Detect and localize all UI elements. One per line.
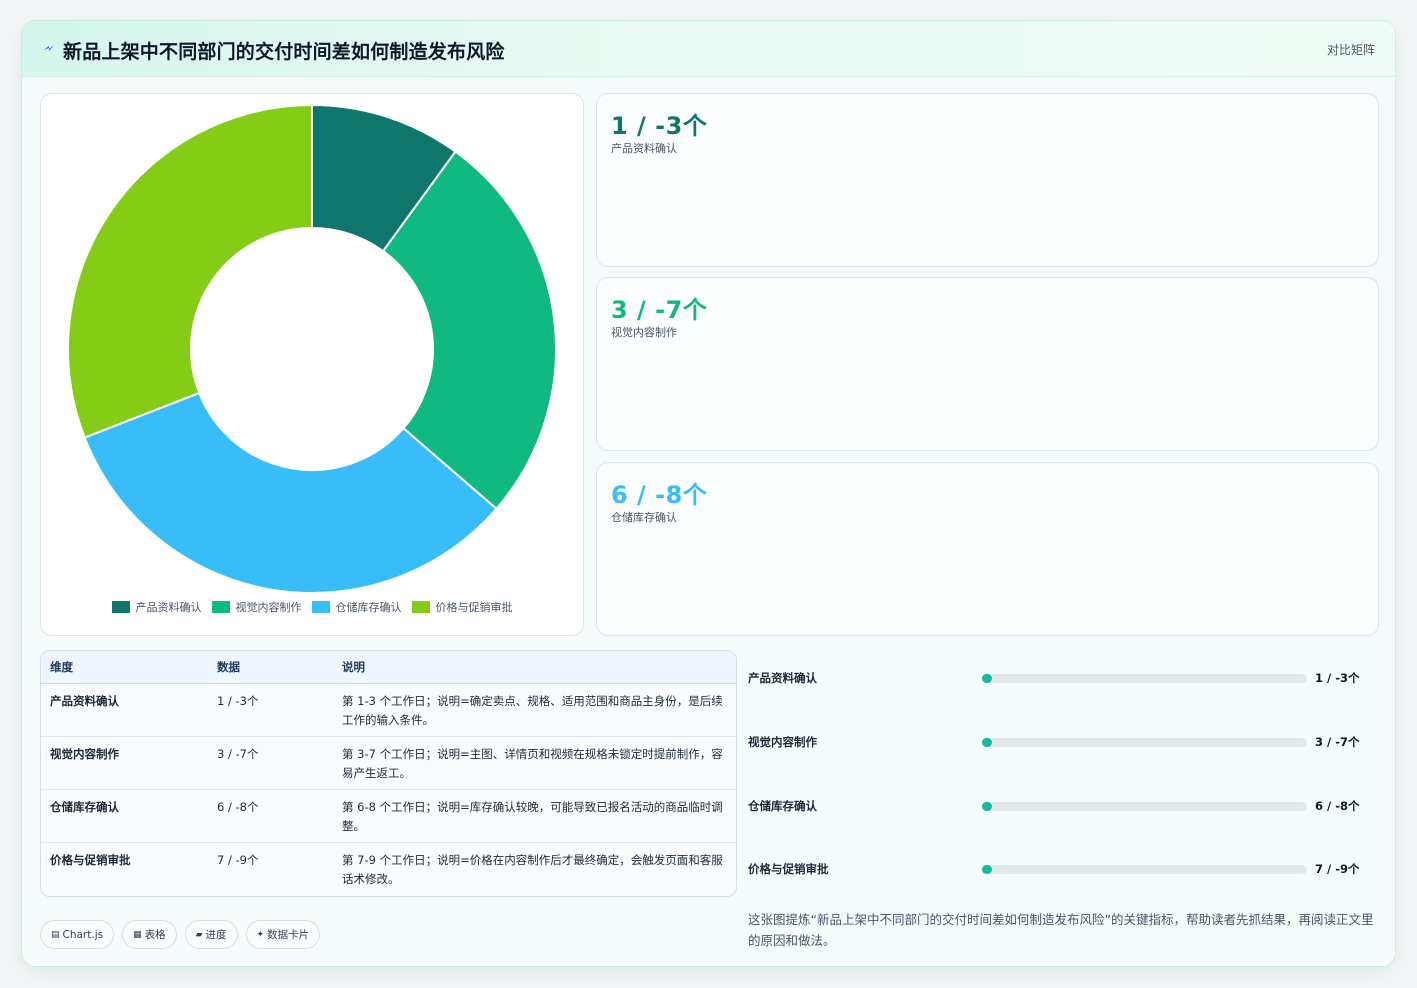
donut-chart-panel: 产品资料确认 视觉内容制作 仓储库存确认 价格与促销审批 [40, 93, 584, 636]
progress-value: 6 / -8个 [1315, 799, 1360, 813]
legend-swatch [311, 601, 330, 613]
chip-data-card[interactable]: ✦ 数据卡片 [245, 920, 321, 949]
stat-label: 产品资料确认 [611, 142, 677, 155]
cell-dimension: 产品资料确认 [50, 694, 119, 708]
table-row: 价格与促销审批 7 / -9个 第 7-9 个工作日；说明=价格在内容制作后才最… [41, 843, 736, 896]
stat-label: 仓储库存确认 [611, 511, 677, 524]
cell-dimension: 价格与促销审批 [50, 853, 131, 867]
cell-data: 3 / -7个 [217, 747, 259, 761]
stat-value: 6 / -8个 [611, 481, 708, 509]
legend-swatch [111, 601, 130, 613]
stat-card-inventory: 6 / -8个 仓储库存确认 [596, 462, 1379, 636]
page-title: 新品上架中不同部门的交付时间差如何制造发布风险 [63, 41, 505, 63]
stat-card-visual-content: 3 / -7个 视觉内容制作 [596, 277, 1379, 451]
donut-chart [67, 103, 557, 594]
cell-dimension: 视觉内容制作 [50, 747, 119, 761]
legend-item[interactable]: 仓储库存确认 [311, 599, 402, 615]
progress-track [982, 674, 1307, 683]
progress-fill [982, 674, 992, 683]
card-header: 新品上架中不同部门的交付时间差如何制造发布风险 对比矩阵 [22, 21, 1395, 77]
legend-item[interactable]: 视觉内容制作 [211, 599, 302, 615]
table-row: 视觉内容制作 3 / -7个 第 3-7 个工作日；说明=主图、详情页和视频在规… [41, 737, 736, 790]
column-header: 说明 [342, 660, 365, 674]
bolt-icon [44, 45, 54, 51]
progress-fill [982, 802, 992, 811]
progress-label: 价格与促销审批 [748, 862, 829, 876]
legend-swatch [411, 601, 430, 613]
chip-progress[interactable]: ▰ 进度 [184, 920, 238, 949]
cell-description: 第 6-8 个工作日；说明=库存确认较晚，可能导致已报名活动的商品临时调整。 [342, 800, 723, 833]
progress-fill [982, 738, 992, 747]
legend-swatch [211, 601, 230, 613]
stat-label: 视觉内容制作 [611, 326, 677, 339]
chip-label: 进度 [205, 929, 227, 941]
progress-label: 仓储库存确认 [748, 799, 817, 813]
table-icon: ▦ [133, 929, 142, 940]
chip-chartjs[interactable]: ▤ Chart.js [40, 920, 115, 949]
progress-value: 7 / -9个 [1315, 862, 1360, 876]
progress-row: 视觉内容制作 3 / -7个 [748, 732, 1378, 752]
progress-label: 视觉内容制作 [748, 735, 817, 749]
progress-label: 产品资料确认 [748, 671, 817, 685]
table-header-row: 维度 数据 说明 [41, 651, 736, 684]
progress-track [982, 802, 1307, 811]
progress-fill [982, 865, 992, 874]
sparkle-icon: ✦ [256, 929, 265, 940]
tech-chips: ▤ Chart.js ▦ 表格 ▰ 进度 ✦ 数据卡片 [40, 920, 321, 949]
legend-label: 视觉内容制作 [235, 601, 302, 614]
legend-label: 仓储库存确认 [335, 601, 402, 614]
stat-card-product-info: 1 / -3个 产品资料确认 [596, 93, 1379, 267]
data-table: 维度 数据 说明 产品资料确认 1 / -3个 第 1-3 个工作日；说明=确定… [40, 650, 737, 897]
chip-label: 数据卡片 [267, 929, 310, 941]
cell-dimension: 仓储库存确认 [50, 800, 119, 814]
progress-value: 1 / -3个 [1315, 671, 1360, 685]
cell-description: 第 7-9 个工作日；说明=价格在内容制作后才最终确定，会触发页面和客服话术修改… [342, 853, 723, 886]
progress-track [982, 738, 1307, 747]
view-tag[interactable]: 对比矩阵 [1327, 41, 1375, 58]
cell-data: 7 / -9个 [217, 853, 259, 867]
cell-data: 6 / -8个 [217, 800, 259, 814]
progress-list: 产品资料确认 1 / -3个 视觉内容制作 3 / -7个 仓储库存确认 6 /… [748, 661, 1378, 901]
progress-row: 产品资料确认 1 / -3个 [748, 668, 1378, 688]
table-row: 产品资料确认 1 / -3个 第 1-3 个工作日；说明=确定卖点、规格、适用范… [41, 684, 736, 737]
legend-label: 价格与促销审批 [435, 601, 513, 614]
chip-table[interactable]: ▦ 表格 [122, 920, 177, 949]
progress-track [982, 865, 1307, 874]
stat-value: 1 / -3个 [611, 112, 708, 140]
legend-item[interactable]: 价格与促销审批 [411, 599, 513, 615]
progress-icon: ▰ [195, 929, 203, 940]
progress-row: 价格与促销审批 7 / -9个 [748, 859, 1378, 879]
chip-label: 表格 [144, 929, 166, 941]
chart-legend: 产品资料确认 视觉内容制作 仓储库存确认 价格与促销审批 [41, 599, 583, 615]
dashboard-card: 新品上架中不同部门的交付时间差如何制造发布风险 对比矩阵 产品资料确认 视觉内容… [21, 20, 1396, 967]
table-row: 仓储库存确认 6 / -8个 第 6-8 个工作日；说明=库存确认较晚，可能导致… [41, 790, 736, 843]
legend-label: 产品资料确认 [135, 601, 202, 614]
progress-row: 仓储库存确认 6 / -8个 [748, 796, 1378, 816]
cell-data: 1 / -3个 [217, 694, 259, 708]
cell-description: 第 1-3 个工作日；说明=确定卖点、规格、适用范围和商品主身份，是后续工作的输… [342, 694, 723, 727]
stat-value: 3 / -7个 [611, 296, 708, 324]
chip-label: Chart.js [62, 928, 104, 941]
chart-icon: ▤ [51, 929, 60, 940]
legend-item[interactable]: 产品资料确认 [111, 599, 202, 615]
cell-description: 第 3-7 个工作日；说明=主图、详情页和视频在规格未锁定时提前制作，容易产生返… [342, 747, 723, 780]
column-header: 维度 [50, 660, 73, 674]
donut-slice[interactable] [67, 103, 313, 439]
progress-value: 3 / -7个 [1315, 735, 1360, 749]
column-header: 数据 [217, 660, 240, 674]
summary-note: 这张图提炼“新品上架中不同部门的交付时间差如何制造发布风险”的关键指标，帮助读者… [748, 912, 1374, 948]
